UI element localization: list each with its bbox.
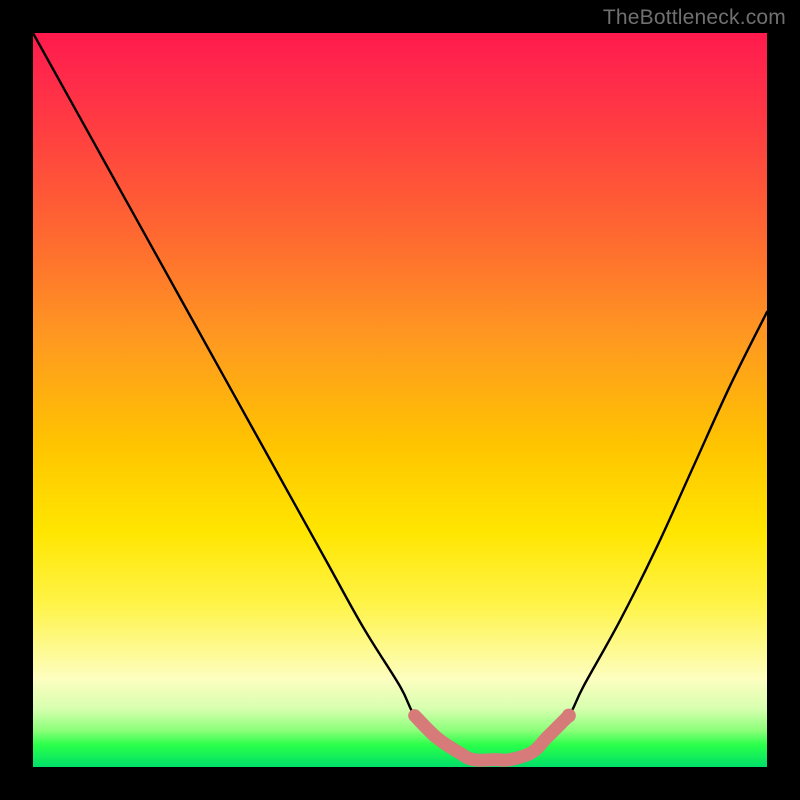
bottleneck-curve: [33, 33, 767, 760]
chart-svg: [33, 33, 767, 767]
plot-area: [33, 33, 767, 767]
sweet-spot-marker: [415, 716, 569, 761]
watermark-text: TheBottleneck.com: [603, 6, 786, 30]
sweet-spot-end-dot: [562, 709, 576, 723]
chart-frame: TheBottleneck.com: [0, 0, 800, 800]
